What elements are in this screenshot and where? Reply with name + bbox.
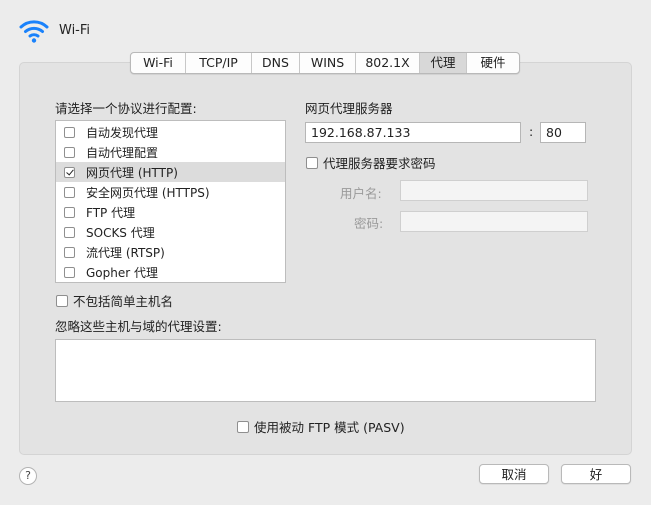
passive-ftp-option[interactable]: 使用被动 FTP 模式 (PASV) [237,417,405,436]
cancel-button[interactable]: 取消 [479,464,549,484]
protocol-label: 自动代理配置 [86,145,159,160]
port-separator: : [529,124,534,139]
tab-8021x[interactable]: 802.1X [356,53,420,73]
tab-bar: Wi-Fi TCP/IP DNS WINS 802.1X 代理 硬件 [130,52,520,74]
protocol-label: Gopher 代理 [86,265,158,280]
protocol-item-auto-config[interactable]: 自动代理配置 [56,142,285,162]
proxy-server-address-input[interactable]: 192.168.87.133 [305,122,521,143]
password-required-checkbox[interactable] [306,156,318,169]
exclude-simple-hostnames-checkbox[interactable] [56,294,68,307]
protocol-checkbox[interactable] [64,126,75,138]
protocol-checkbox[interactable] [64,146,75,158]
tab-wifi[interactable]: Wi-Fi [131,53,186,73]
protocol-item-ftp[interactable]: FTP 代理 [56,202,285,222]
tab-hardware[interactable]: 硬件 [467,53,519,73]
protocol-label: 自动发现代理 [86,125,159,140]
exclude-simple-hostnames-option[interactable]: 不包括简单主机名 [56,291,173,310]
protocol-checkbox[interactable] [64,266,75,278]
password-label: 密码: [354,216,384,231]
password-input[interactable] [400,211,588,232]
protocol-list[interactable]: 自动发现代理 自动代理配置 网页代理 (HTTP) 安全网页代理 (HTTPS)… [55,120,286,283]
protocol-list-heading: 请选择一个协议进行配置: [55,101,197,116]
tab-proxies[interactable]: 代理 [420,53,467,73]
protocol-item-auto-discovery[interactable]: 自动发现代理 [56,122,285,142]
bypass-hosts-textarea[interactable] [55,339,596,402]
passive-ftp-label: 使用被动 FTP 模式 (PASV) [254,420,405,435]
username-input[interactable] [400,180,588,201]
protocol-item-http[interactable]: 网页代理 (HTTP) [56,162,285,182]
tab-tcpip[interactable]: TCP/IP [186,53,252,73]
protocol-label: FTP 代理 [86,205,136,220]
bypass-heading: 忽略这些主机与域的代理设置: [55,319,222,334]
protocol-checkbox[interactable] [64,166,75,178]
window-title: Wi-Fi [59,23,91,38]
protocol-checkbox[interactable] [64,246,75,258]
password-required-option[interactable]: 代理服务器要求密码 [306,153,436,172]
protocol-label: 安全网页代理 (HTTPS) [86,185,210,200]
password-required-label: 代理服务器要求密码 [323,156,436,171]
exclude-simple-hostnames-label: 不包括简单主机名 [73,294,174,309]
tab-dns[interactable]: DNS [252,53,300,73]
protocol-item-rtsp[interactable]: 流代理 (RTSP) [56,242,285,262]
protocol-checkbox[interactable] [64,186,75,198]
tab-wins[interactable]: WINS [300,53,356,73]
ok-button[interactable]: 好 [561,464,631,484]
protocol-item-https[interactable]: 安全网页代理 (HTTPS) [56,182,285,202]
help-button[interactable]: ? [19,467,37,485]
proxy-server-heading: 网页代理服务器 [305,101,393,116]
protocol-label: 网页代理 (HTTP) [86,165,178,180]
username-label: 用户名: [340,186,382,201]
protocol-item-gopher[interactable]: Gopher 代理 [56,262,285,282]
protocol-checkbox[interactable] [64,226,75,238]
proxy-port-input[interactable]: 80 [540,122,586,143]
wifi-icon [19,18,49,44]
protocol-label: 流代理 (RTSP) [86,245,165,260]
passive-ftp-checkbox[interactable] [237,420,249,433]
protocol-item-socks[interactable]: SOCKS 代理 [56,222,285,242]
protocol-checkbox[interactable] [64,206,75,218]
protocol-label: SOCKS 代理 [86,225,155,240]
